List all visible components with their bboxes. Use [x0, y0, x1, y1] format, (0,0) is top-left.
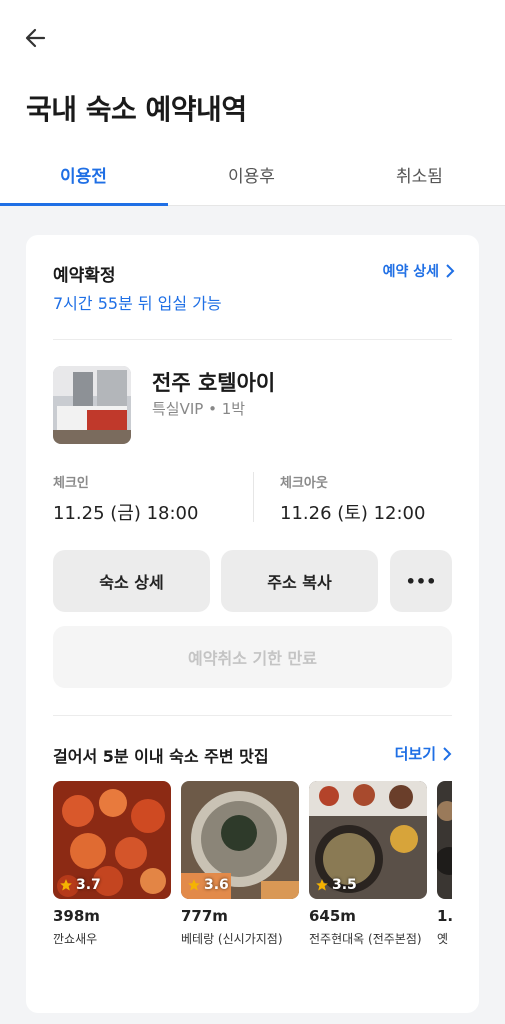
tab-cancelled[interactable]: 취소됨: [396, 162, 443, 187]
restaurant-name: 전주현대옥 (전주본점): [309, 932, 422, 946]
rating-value: 3.7: [76, 877, 101, 893]
divider: [53, 339, 452, 340]
restaurant-photo: 3.7: [53, 781, 171, 899]
chevron-right-icon: [446, 264, 455, 278]
see-more-label: 더보기: [394, 745, 436, 763]
restaurant-carousel[interactable]: 3.7 398m 깐쇼새우 3.6 777m 베테랑 (신시가지점) 3.5 6…: [53, 781, 452, 981]
divider: [53, 715, 452, 716]
rating-value: 3.6: [204, 877, 229, 893]
copy-address-button[interactable]: 주소 복사: [221, 550, 378, 612]
booking-card: 예약확정 7시간 55분 뒤 입실 가능 예약 상세 전주 호텔아이 특실VIP…: [26, 235, 479, 1013]
restaurant-distance: 777m: [181, 907, 228, 925]
see-more-link[interactable]: 더보기: [395, 743, 452, 764]
restaurant-rating: 3.7: [59, 877, 101, 893]
restaurant-card[interactable]: 3.7 398m 깐쇼새우: [53, 781, 171, 949]
star-icon: [60, 879, 72, 891]
checkin-label: 체크인: [53, 476, 89, 491]
restaurant-rating: 3.5: [315, 877, 357, 893]
arrow-left-icon: [25, 28, 46, 48]
chevron-right-icon: [443, 746, 452, 761]
star-icon: [316, 879, 328, 891]
active-tab-indicator: [0, 203, 168, 206]
restaurant-rating: 3.6: [187, 877, 229, 893]
restaurant-card[interactable]: 1. 옛: [437, 781, 452, 949]
more-options-button[interactable]: •••: [390, 550, 452, 612]
page-title: 국내 숙소 예약내역: [26, 93, 247, 126]
hotel-thumbnail[interactable]: [53, 366, 131, 444]
back-button[interactable]: [22, 24, 50, 52]
restaurant-card[interactable]: 3.6 777m 베테랑 (신시가지점): [181, 781, 299, 949]
nearby-restaurants-title: 걸어서 5분 이내 숙소 주변 맛집: [53, 747, 269, 766]
restaurant-distance: 398m: [53, 907, 100, 925]
star-icon: [188, 879, 200, 891]
booking-status: 예약확정: [53, 266, 116, 286]
tab-after-use[interactable]: 이용후: [228, 162, 275, 187]
checkout-label: 체크아웃: [280, 476, 328, 491]
tab-before-use[interactable]: 이용전: [60, 162, 107, 187]
checkin-checkout-separator: [253, 472, 254, 522]
booking-detail-label: 예약 상세: [382, 264, 439, 280]
restaurant-photo: 3.6: [181, 781, 299, 899]
hotel-name: 전주 호텔아이: [152, 371, 276, 395]
restaurant-photo: [437, 781, 452, 899]
entry-countdown: 7시간 55분 뒤 입실 가능: [53, 294, 222, 313]
rating-value: 3.5: [332, 877, 357, 893]
restaurant-distance: 1.: [437, 907, 452, 925]
restaurant-name: 베테랑 (신시가지점): [181, 932, 283, 946]
cancel-expired-notice: 예약취소 기한 만료: [53, 626, 452, 688]
restaurant-distance: 645m: [309, 907, 356, 925]
restaurant-card[interactable]: 3.5 645m 전주현대옥 (전주본점): [309, 781, 427, 949]
room-info: 특실VIP • 1박: [152, 400, 246, 418]
restaurant-photo: 3.5: [309, 781, 427, 899]
checkout-time: 11.26 (토) 12:00: [280, 503, 426, 524]
restaurant-name: 깐쇼새우: [53, 932, 98, 946]
tab-bar: 이용전 이용후 취소됨: [0, 150, 505, 206]
checkin-time: 11.25 (금) 18:00: [53, 503, 199, 524]
hotel-detail-button[interactable]: 숙소 상세: [53, 550, 210, 612]
restaurant-name: 옛: [437, 932, 449, 946]
booking-detail-link[interactable]: 예약 상세: [383, 261, 455, 281]
